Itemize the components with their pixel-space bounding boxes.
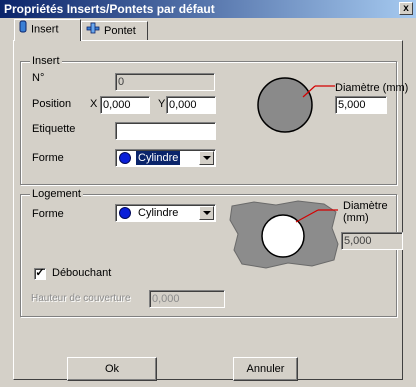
housing-diameter-label-line1: Diamètre bbox=[343, 200, 388, 212]
chevron-down-icon[interactable] bbox=[199, 206, 214, 220]
y-input[interactable]: 0,000 bbox=[166, 96, 216, 114]
cover-height-label: Hauteur de couverture bbox=[31, 293, 131, 304]
insert-icon bbox=[19, 20, 27, 39]
label-label: Etiquette bbox=[32, 123, 76, 135]
cylinder-icon bbox=[119, 152, 131, 164]
title-bar: Propriétés Inserts/Pontets par défaut x bbox=[0, 0, 416, 18]
chevron-down-icon[interactable] bbox=[199, 151, 214, 165]
insert-diameter-diagram bbox=[257, 77, 335, 133]
tab-insert[interactable]: Insert bbox=[14, 19, 81, 41]
housing-diameter-diagram bbox=[229, 200, 339, 269]
insert-shape-value: Cylindre bbox=[136, 151, 181, 165]
tab-insert-label: Insert bbox=[31, 23, 59, 36]
housing-shape-select[interactable]: Cylindre bbox=[115, 204, 216, 222]
x-label: X bbox=[90, 98, 98, 110]
insert-diameter-input[interactable]: 5,000 bbox=[335, 96, 387, 114]
number-label: N° bbox=[32, 72, 45, 84]
tab-pontet-label: Pontet bbox=[104, 24, 136, 37]
tab-pontet[interactable]: Pontet bbox=[81, 21, 148, 40]
ok-button[interactable]: Ok bbox=[67, 357, 157, 381]
insert-group-legend: Insert bbox=[30, 55, 62, 67]
through-label: Débouchant bbox=[52, 267, 112, 279]
insert-shape-select[interactable]: Cylindre bbox=[115, 149, 216, 167]
housing-shape-label: Forme bbox=[32, 208, 64, 220]
insert-diameter-label: Diamètre (mm) bbox=[335, 82, 409, 94]
housing-diameter-field: 5,000 bbox=[341, 232, 403, 250]
insert-disk bbox=[257, 77, 313, 133]
housing-diameter-label: Diamètre (mm) bbox=[343, 200, 388, 224]
cylinder-icon bbox=[119, 207, 131, 219]
insert-shape-label: Forme bbox=[32, 152, 64, 164]
y-label: Y bbox=[158, 98, 166, 110]
x-input[interactable]: 0,000 bbox=[100, 96, 150, 114]
through-checkbox[interactable]: ✓ bbox=[34, 268, 46, 280]
dialog-window: Propriétés Inserts/Pontets par défaut x … bbox=[0, 0, 416, 387]
window-title: Propriétés Inserts/Pontets par défaut bbox=[4, 2, 215, 16]
label-input[interactable] bbox=[115, 122, 216, 140]
number-field: 0 bbox=[115, 73, 215, 91]
cover-height-input: 0,000 bbox=[149, 290, 225, 308]
position-label: Position bbox=[32, 98, 72, 110]
housing-shape-value: Cylindre bbox=[138, 207, 179, 219]
pontet-icon bbox=[86, 22, 100, 40]
housing-group-legend: Logement bbox=[30, 188, 83, 200]
housing-diameter-label-line2: (mm) bbox=[343, 212, 369, 224]
close-button[interactable]: x bbox=[399, 2, 413, 15]
cancel-button[interactable]: Annuler bbox=[233, 357, 298, 381]
